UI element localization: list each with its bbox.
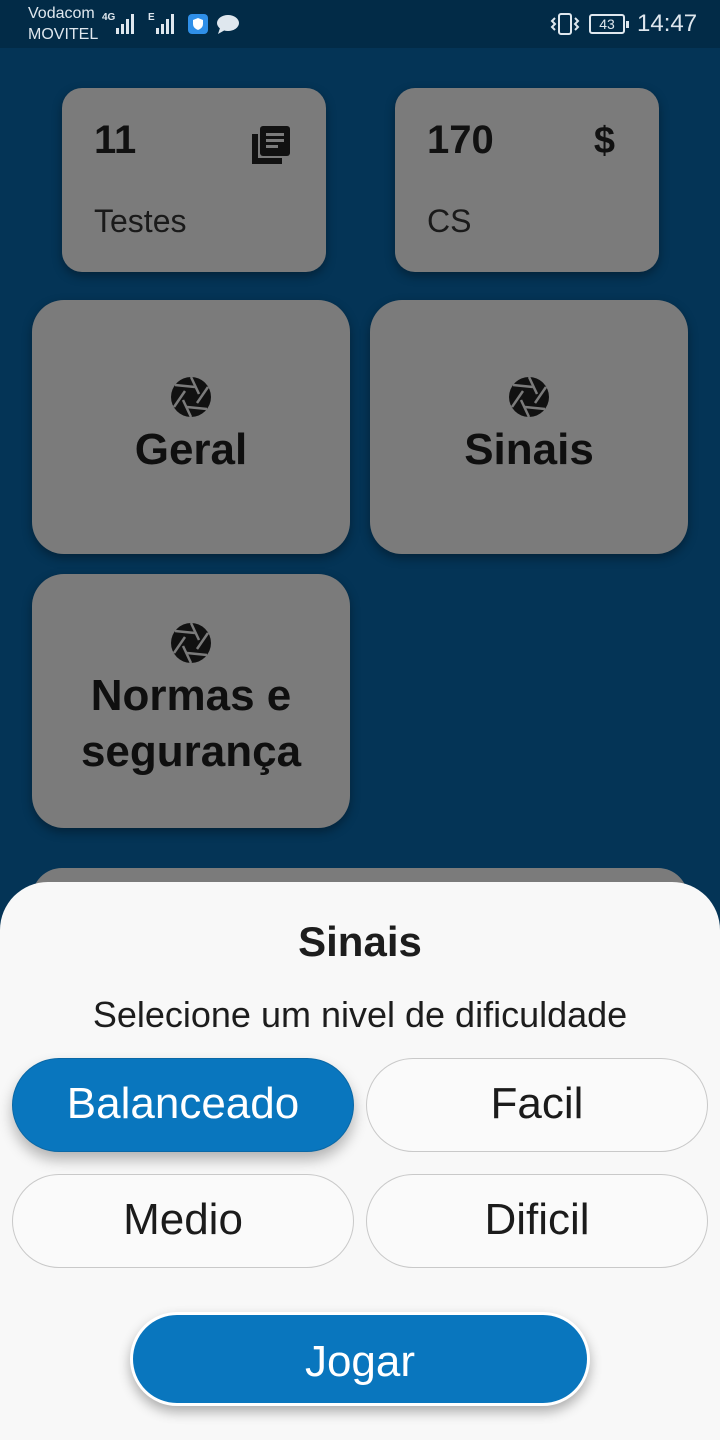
coins-count: 170 <box>427 118 494 162</box>
category-sinais[interactable]: Sinais <box>370 300 688 554</box>
difficulty-facil-button[interactable]: Facil <box>366 1058 708 1152</box>
dollar-icon: $ <box>593 120 615 162</box>
signal-strength-icon <box>116 14 134 34</box>
sheet-subtitle: Selecione um nivel de dificuldade <box>92 994 628 1035</box>
camera-aperture-icon <box>171 622 211 664</box>
coins-label: CS <box>427 203 472 239</box>
camera-aperture-icon <box>171 376 211 418</box>
tests-stat-card[interactable]: 11 Testes <box>62 88 326 272</box>
category-geral[interactable]: Geral <box>32 300 350 554</box>
coins-stat-card[interactable]: 170 $ CS <box>395 88 659 272</box>
sheet-title: Sinais <box>298 918 422 965</box>
book-stack-icon <box>252 126 290 164</box>
play-button[interactable]: Jogar <box>130 1312 590 1406</box>
difficulty-balanceado-button[interactable]: Balanceado <box>12 1058 354 1152</box>
status-bar: Vodacom MOVITEL 4G E 43 14:47 <box>0 0 720 48</box>
tests-count: 11 <box>94 118 137 162</box>
vibrate-icon <box>550 13 580 35</box>
category-title-line-1: Normas e <box>90 671 292 720</box>
carrier-primary: Vodacom <box>28 5 95 22</box>
category-title-line-2: segurança <box>80 727 302 776</box>
difficulty-medio-button[interactable]: Medio <box>12 1174 354 1268</box>
shield-icon <box>188 14 208 34</box>
difficulty-bottom-sheet: Sinais Selecione um nivel de dificuldade… <box>0 882 720 1440</box>
signal-strength-icon <box>156 14 174 34</box>
clock: 14:47 <box>637 10 698 37</box>
battery-icon: 43 <box>589 14 629 34</box>
difficulty-dificil-button[interactable]: Dificil <box>366 1174 708 1268</box>
tests-label: Testes <box>94 203 187 239</box>
category-title: Geral <box>134 425 248 474</box>
camera-aperture-icon <box>509 376 549 418</box>
chat-bubble-icon <box>217 15 239 34</box>
carrier-secondary: MOVITEL <box>28 26 99 43</box>
category-normas-e-seguranca[interactable]: Normas e segurança <box>32 574 350 828</box>
category-title: Sinais <box>464 425 594 474</box>
